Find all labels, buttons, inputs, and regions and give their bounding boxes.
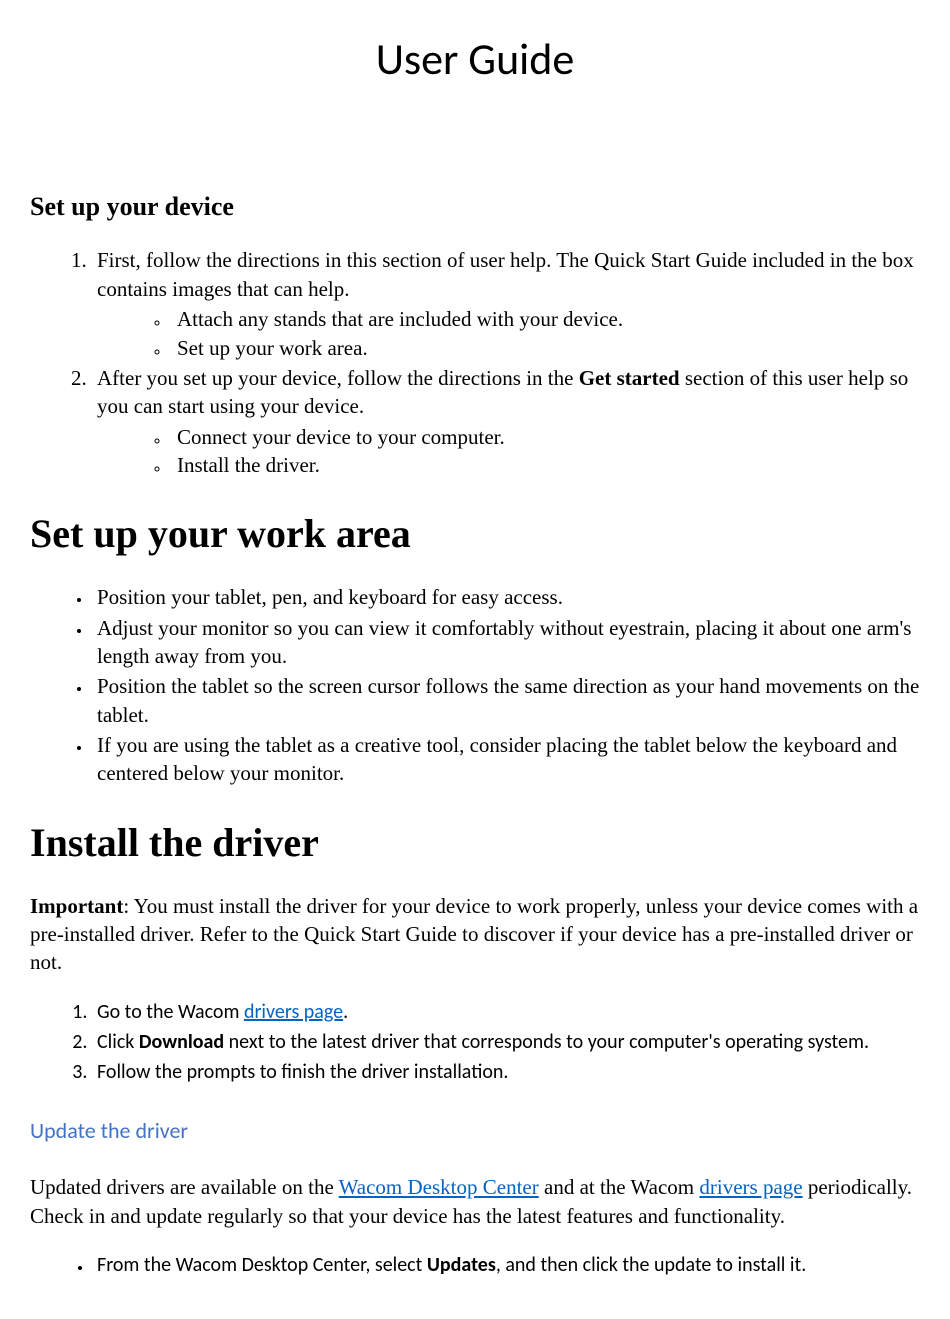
list-item: Connect your device to your computer. [169,423,920,451]
page-title: User Guide [30,30,920,89]
text: After you set up your device, follow the… [97,366,579,390]
text: and at the Wacom [539,1175,700,1199]
list-item: Set up your work area. [169,334,920,362]
list-item: Install the driver. [169,451,920,479]
heading-work-area: Set up your work area [30,507,920,561]
drivers-page-link[interactable]: drivers page [244,1000,343,1024]
drivers-page-link[interactable]: drivers page [699,1175,802,1199]
sub-list: Attach any stands that are included with… [97,305,920,362]
heading-setup-device: Set up your device [30,189,920,224]
text: Go to the Wacom [97,1000,244,1024]
wacom-desktop-center-link[interactable]: Wacom Desktop Center [339,1175,539,1199]
sub-list: Connect your device to your computer. In… [97,423,920,480]
heading-update-driver: Update the driver [30,1116,920,1146]
list-item: From the Wacom Desktop Center, select Up… [92,1252,920,1279]
update-driver-paragraph: Updated drivers are available on the Wac… [30,1173,920,1230]
list-item: If you are using the tablet as a creativ… [92,731,920,788]
list-item: First, follow the directions in this sec… [92,246,920,361]
text: . [343,1000,348,1024]
list-item: Click Download next to the latest driver… [92,1029,920,1056]
text: next to the latest driver that correspon… [224,1030,869,1054]
text: : You must install the driver for your d… [30,894,918,975]
important-note: Important: You must install the driver f… [30,892,920,977]
text: Updated drivers are available on the [30,1175,339,1199]
list-item: Attach any stands that are included with… [169,305,920,333]
text: From the Wacom Desktop Center, select [97,1253,427,1277]
list-item: Adjust your monitor so you can view it c… [92,614,920,671]
list-item: Position your tablet, pen, and keyboard … [92,583,920,611]
update-driver-list: From the Wacom Desktop Center, select Up… [30,1252,920,1279]
important-label: Important [30,894,123,918]
text: First, follow the directions in this sec… [97,248,914,300]
bold-text: Download [139,1030,224,1054]
bold-text: Updates [427,1253,496,1277]
list-item: Position the tablet so the screen cursor… [92,672,920,729]
list-item: Go to the Wacom drivers page. [92,999,920,1026]
bold-text: Get started [579,366,680,390]
text: , and then click the update to install i… [496,1253,806,1277]
heading-install-driver: Install the driver [30,816,920,870]
list-item: Follow the prompts to finish the driver … [92,1059,920,1086]
work-area-list: Position your tablet, pen, and keyboard … [30,583,920,787]
setup-device-list: First, follow the directions in this sec… [30,246,920,479]
text: Click [97,1030,139,1054]
list-item: After you set up your device, follow the… [92,364,920,479]
install-steps-list: Go to the Wacom drivers page. Click Down… [30,999,920,1086]
